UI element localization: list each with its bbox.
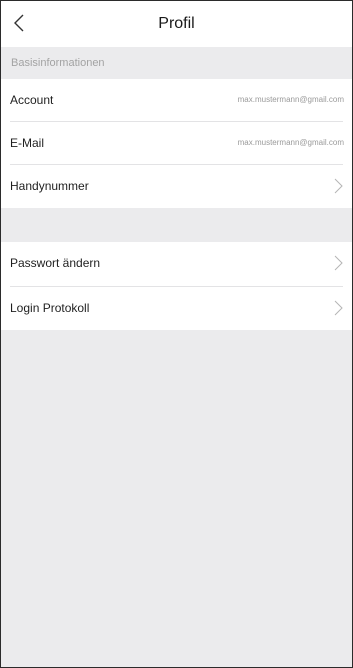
section-caption: Basisinformationen bbox=[11, 57, 105, 69]
row-email[interactable]: E-Mail max.mustermann@gmail.com bbox=[1, 122, 352, 165]
handynummer-label: Handynummer bbox=[10, 179, 89, 193]
basis-info-group: Account max.mustermann@gmail.com E-Mail … bbox=[1, 79, 352, 208]
section-header-basis: Basisinformationen bbox=[1, 47, 352, 79]
row-login-protocol[interactable]: Login Protokoll bbox=[1, 287, 352, 330]
profile-screen: Profil Basisinformationen Account max.mu… bbox=[0, 0, 353, 668]
security-group: Passwort ändern Login Protokoll bbox=[1, 242, 352, 330]
nav-header: Profil bbox=[1, 1, 352, 47]
chevron-right-icon bbox=[332, 255, 344, 271]
chevron-right-icon bbox=[332, 178, 344, 194]
change-password-label: Passwort ändern bbox=[10, 256, 101, 270]
row-change-password[interactable]: Passwort ändern bbox=[1, 242, 352, 285]
row-account[interactable]: Account max.mustermann@gmail.com bbox=[1, 79, 352, 122]
login-protocol-label: Login Protokoll bbox=[10, 301, 90, 315]
email-value: max.mustermann@gmail.com bbox=[237, 138, 344, 147]
account-value: max.mustermann@gmail.com bbox=[237, 95, 344, 104]
row-handynummer[interactable]: Handynummer bbox=[1, 165, 352, 208]
account-label: Account bbox=[10, 93, 54, 107]
page-title: Profil bbox=[158, 15, 195, 32]
email-label: E-Mail bbox=[10, 136, 45, 150]
chevron-right-icon bbox=[332, 300, 344, 316]
